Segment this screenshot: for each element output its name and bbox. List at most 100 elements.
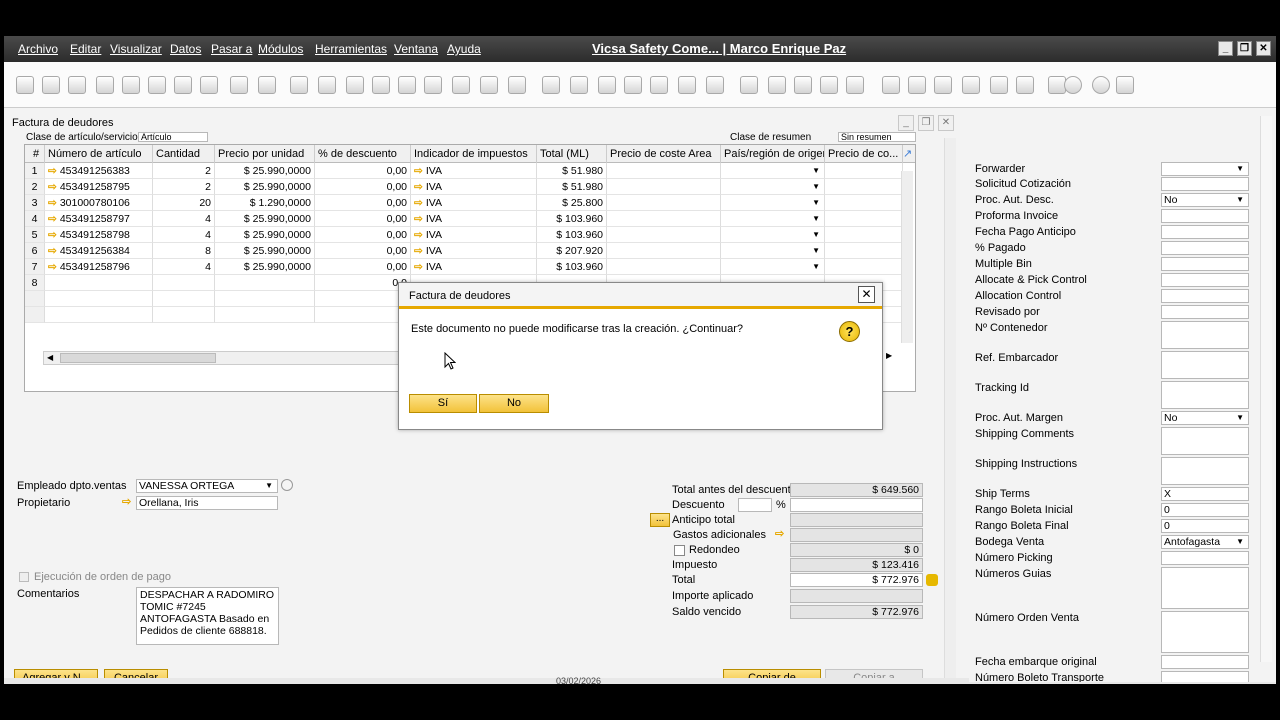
table-cell-art[interactable]: ⇨ 453491258796 (45, 259, 153, 275)
table-row[interactable]: 5 ⇨ 453491258798 4 $ 25.990,0000 0,00 ⇨ IVA $ 10… (25, 227, 905, 243)
field-input[interactable] (1161, 551, 1249, 565)
anticipo-dots-button[interactable]: ... (650, 513, 670, 527)
toolbar-button-icon[interactable] (148, 76, 166, 94)
toolbar-button-icon[interactable] (174, 76, 192, 94)
chevron-down-icon[interactable]: ▼ (1236, 194, 1244, 206)
minimize-icon[interactable]: _ (1218, 41, 1233, 56)
table-cell-coste[interactable] (607, 227, 721, 243)
table-row[interactable]: 3 ⇨ 301000780106 20 $ 1.290,0000 0,00 ⇨ IVA $ 25… (25, 195, 905, 211)
table-cell-precioco[interactable] (825, 243, 903, 259)
table-cell-imp[interactable]: ⇨ IVA (411, 163, 537, 179)
table-cell-desc[interactable]: 0,00 (315, 243, 411, 259)
table-cell-precio[interactable]: $ 1.290,0000 (215, 195, 315, 211)
scroll-thumb[interactable] (60, 353, 216, 363)
table-cell-cant[interactable] (153, 291, 215, 307)
table-cell-n[interactable]: 5 (25, 227, 45, 243)
table-row[interactable]: 1 ⇨ 453491256383 2 $ 25.990,0000 0,00 ⇨ IVA $ 51… (25, 163, 905, 179)
doc-minimize-icon[interactable]: _ (898, 115, 914, 131)
field-input[interactable]: No ▼ (1161, 193, 1249, 207)
table-cell-precio[interactable]: $ 25.990,0000 (215, 259, 315, 275)
chevron-down-icon[interactable]: ▼ (812, 259, 820, 274)
table-cell-precioco[interactable] (825, 163, 903, 179)
field-input[interactable] (1161, 209, 1249, 223)
table-cell-pais[interactable]: ▼ (721, 259, 825, 275)
table-cell-imp[interactable]: ⇨ IVA (411, 211, 537, 227)
toolbar-button-icon[interactable] (372, 76, 390, 94)
field-input[interactable]: Antofagasta ▼ (1161, 535, 1249, 549)
table-cell-desc[interactable] (315, 307, 411, 323)
chevron-down-icon[interactable]: ▼ (812, 227, 820, 242)
table-cell-desc[interactable]: 0,00 (315, 163, 411, 179)
field-input[interactable] (1161, 611, 1249, 653)
horizontal-scrollbar[interactable]: ◀ (43, 351, 399, 365)
table-cell-desc[interactable]: 0,0 (315, 275, 411, 291)
link-arrow-icon[interactable]: ⇨ (48, 197, 57, 209)
table-cell-coste[interactable] (607, 179, 721, 195)
chevron-down-icon[interactable]: ▼ (812, 195, 820, 210)
menu-ayuda[interactable]: Ayuda (447, 42, 481, 56)
table-cell-desc[interactable]: 0,00 (315, 227, 411, 243)
table-row[interactable]: 2 ⇨ 453491258795 2 $ 25.990,0000 0,00 ⇨ IVA $ 51… (25, 179, 905, 195)
toolbar-button-icon[interactable] (1016, 76, 1034, 94)
toolbar-button-icon[interactable] (598, 76, 616, 94)
table-cell-pais[interactable]: ▼ (721, 227, 825, 243)
col-header-articulo[interactable]: Número de artículo (45, 145, 153, 163)
toolbar-button-icon[interactable] (908, 76, 926, 94)
table-cell-total[interactable]: $ 103.960 (537, 211, 607, 227)
field-input[interactable] (1161, 381, 1249, 409)
toolbar-button-icon[interactable] (230, 76, 248, 94)
table-cell-precio[interactable] (215, 307, 315, 323)
table-cell-n[interactable]: 7 (25, 259, 45, 275)
descuento-pct-field[interactable] (738, 498, 772, 512)
grid-vertical-scrollbar[interactable] (901, 171, 913, 343)
table-cell-cant[interactable]: 2 (153, 179, 215, 195)
document-vertical-scrollbar[interactable] (944, 138, 956, 678)
link-arrow-icon[interactable]: ⇨ (48, 229, 57, 241)
col-header-coste-area[interactable]: Precio de coste Area (607, 145, 721, 163)
scroll-right-icon[interactable]: ▶ (886, 351, 892, 360)
toolbar-button-icon[interactable] (258, 76, 276, 94)
table-cell-art[interactable]: ⇨ 453491256383 (45, 163, 153, 179)
table-cell-art[interactable]: ⇨ 301000780106 (45, 195, 153, 211)
menu-archivo[interactable]: Archivo (18, 42, 58, 56)
table-cell-total[interactable]: $ 103.960 (537, 227, 607, 243)
field-input[interactable] (1161, 351, 1249, 379)
toolbar-button-icon[interactable] (42, 76, 60, 94)
link-arrow-icon[interactable]: ⇨ (414, 197, 423, 209)
link-arrow-icon[interactable]: ⇨ (414, 181, 423, 193)
chevron-down-icon[interactable]: ▼ (812, 243, 820, 258)
table-cell-cant[interactable]: 20 (153, 195, 215, 211)
toolbar-button-icon[interactable] (452, 76, 470, 94)
toolbar-button-icon[interactable] (200, 76, 218, 94)
table-cell-pais[interactable]: ▼ (721, 195, 825, 211)
field-input[interactable] (1161, 305, 1249, 319)
col-header-impuestos[interactable]: Indicador de impuestos (411, 145, 537, 163)
col-header-total[interactable]: Total (ML) (537, 145, 607, 163)
field-input[interactable] (1161, 273, 1249, 287)
toolbar-button-icon[interactable] (678, 76, 696, 94)
scroll-left-icon[interactable]: ◀ (47, 352, 53, 364)
table-cell-precio[interactable]: $ 25.990,0000 (215, 179, 315, 195)
menu-herramientas[interactable]: Herramientas (315, 42, 387, 56)
toolbar-button-icon[interactable] (962, 76, 980, 94)
doc-restore-icon[interactable]: ❐ (918, 115, 934, 131)
field-input[interactable]: 0 (1161, 519, 1249, 533)
panel-vertical-scrollbar[interactable] (1260, 116, 1272, 662)
table-cell-art[interactable]: ⇨ 453491258798 (45, 227, 153, 243)
table-cell-total[interactable]: $ 51.980 (537, 163, 607, 179)
toolbar-button-icon[interactable] (1116, 76, 1134, 94)
field-input[interactable]: No ▼ (1161, 411, 1249, 425)
table-cell-cant[interactable] (153, 307, 215, 323)
toolbar-button-icon[interactable] (290, 76, 308, 94)
clase-resumen-select[interactable]: Sin resumen (838, 132, 916, 142)
toolbar-button-icon[interactable] (68, 76, 86, 94)
propietario-field[interactable]: Orellana, Iris (136, 496, 278, 510)
field-input[interactable]: ▼ (1161, 162, 1249, 176)
link-arrow-icon[interactable]: ⇨ (414, 165, 423, 177)
no-button[interactable]: No (479, 394, 549, 413)
table-cell-coste[interactable] (607, 163, 721, 179)
field-input[interactable] (1161, 655, 1249, 669)
link-arrow-icon[interactable]: ⇨ (48, 165, 57, 177)
table-cell-precio[interactable] (215, 275, 315, 291)
toolbar-button-icon[interactable] (990, 76, 1008, 94)
